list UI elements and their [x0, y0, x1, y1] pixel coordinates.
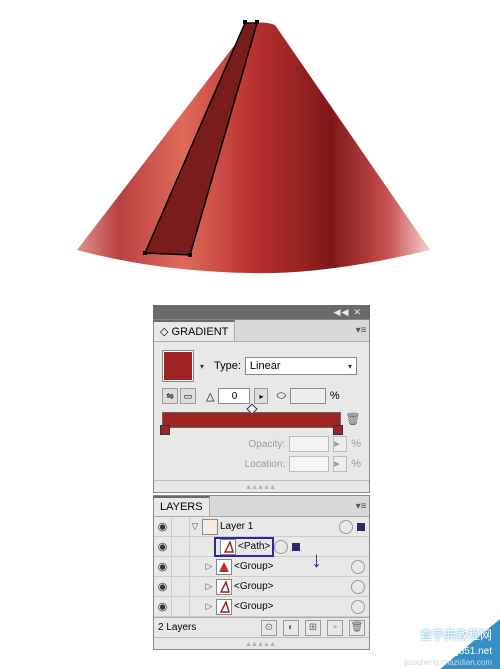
opacity-input[interactable]: [289, 436, 329, 452]
lock-column[interactable]: [172, 517, 190, 537]
selection-indicator: [357, 523, 365, 531]
new-sublayer-icon[interactable]: ⊞: [305, 620, 321, 636]
swatch-dropdown-arrow[interactable]: ▾: [200, 362, 204, 371]
make-clipping-mask-icon[interactable]: ◐: [283, 620, 299, 636]
panel-menu-icon[interactable]: ▾≡: [353, 496, 369, 516]
group-name[interactable]: <Group>: [234, 601, 351, 612]
angle-stepper[interactable]: ▸: [254, 388, 268, 404]
gradient-ramp[interactable]: [162, 412, 341, 428]
gradient-stop-left[interactable]: [160, 425, 170, 435]
locate-object-icon[interactable]: ⊙: [261, 620, 277, 636]
cone-illustration: [75, 15, 435, 275]
disclosure-triangle[interactable]: ▷: [204, 581, 214, 592]
watermark-url2: jiaocheng.chazidian.com: [404, 658, 492, 667]
visibility-icon[interactable]: ◉: [154, 597, 172, 617]
target-icon[interactable]: [351, 580, 365, 594]
opacity-label: Opacity:: [249, 439, 286, 450]
gradient-stop-right[interactable]: [333, 425, 343, 435]
layer-row[interactable]: ◉ ▽ Layer 1: [154, 517, 369, 537]
canvas-artwork: [0, 0, 500, 300]
location-input[interactable]: [289, 456, 329, 472]
target-icon[interactable]: [351, 600, 365, 614]
group-thumbnail: [216, 599, 232, 615]
angle-icon: △: [206, 390, 214, 403]
group-name[interactable]: <Group>: [234, 561, 351, 572]
chevron-down-icon: ▾: [348, 362, 352, 371]
visibility-icon[interactable]: ◉: [154, 517, 172, 537]
percent-label: %: [330, 390, 340, 402]
opacity-percent: %: [351, 438, 361, 450]
group-thumbnail: [216, 579, 232, 595]
disclosure-triangle[interactable]: ▷: [204, 601, 214, 612]
disclosure-triangle[interactable]: ▽: [190, 521, 200, 532]
gradient-midpoint[interactable]: [246, 403, 257, 414]
layer-name[interactable]: Layer 1: [220, 521, 339, 532]
group-name[interactable]: <Group>: [234, 581, 351, 592]
group-thumbnail: [216, 559, 232, 575]
aspect-icon: ⬭: [276, 390, 285, 403]
location-percent: %: [351, 458, 361, 470]
angle-input[interactable]: [218, 388, 250, 404]
sublayer-row-group[interactable]: ◉ ▷ <Group>: [154, 557, 369, 577]
gradient-tab[interactable]: ◇ GRADIENT: [154, 320, 235, 341]
close-icon[interactable]: ✕: [353, 307, 362, 318]
lock-column[interactable]: [172, 557, 190, 577]
watermark-text: 查字典教程网: [420, 626, 492, 643]
sublayer-row-group[interactable]: ◉ ▷ <Group>: [154, 577, 369, 597]
delete-layer-icon[interactable]: 🗑: [349, 620, 365, 636]
watermark-url: jb51.net: [456, 646, 492, 657]
type-label: Type:: [214, 360, 241, 372]
target-icon[interactable]: [339, 520, 353, 534]
gradient-fill-swatch[interactable]: [162, 350, 194, 382]
location-label: Location:: [245, 459, 286, 470]
gradient-panel: ◇ GRADIENT ▾≡ ▾ Type: Linear ▾ ⇋ ▭ △: [153, 319, 370, 493]
panel-menu-icon[interactable]: ▾≡: [353, 320, 369, 341]
sublayer-row-group[interactable]: ◉ ▷ <Group>: [154, 597, 369, 617]
reverse-gradient-icon[interactable]: ⇋: [162, 388, 178, 404]
selected-path-highlight: <Path>: [214, 537, 274, 557]
collapse-icon[interactable]: ◀◀: [334, 307, 350, 318]
selection-indicator: [292, 543, 300, 551]
panel-titlebar[interactable]: ◀◀ ✕: [153, 305, 370, 319]
visibility-icon[interactable]: ◉: [154, 537, 172, 557]
panel-resize-grip[interactable]: ▴▴▴▴▴: [154, 480, 369, 492]
sublayer-row-path[interactable]: ◉ <Path>: [154, 537, 369, 557]
gradient-tool-icon[interactable]: ▭: [180, 388, 196, 404]
type-dropdown[interactable]: Linear ▾: [245, 357, 357, 375]
lock-column[interactable]: [172, 537, 190, 557]
target-icon[interactable]: [274, 540, 288, 554]
layers-tab[interactable]: LAYERS: [154, 496, 210, 516]
target-icon[interactable]: [351, 560, 365, 574]
layers-count: 2 Layers: [158, 622, 196, 633]
path-name[interactable]: <Path>: [238, 541, 270, 552]
aspect-input[interactable]: [290, 388, 326, 404]
location-stepper[interactable]: ▸: [333, 456, 347, 472]
layers-panel: LAYERS ▾≡ ◉ ▽ Layer 1 ◉: [153, 495, 370, 650]
visibility-icon[interactable]: ◉: [154, 577, 172, 597]
lock-column[interactable]: [172, 577, 190, 597]
disclosure-triangle[interactable]: ▷: [204, 561, 214, 572]
path-thumbnail: [220, 539, 236, 555]
new-layer-icon[interactable]: ▫: [327, 620, 343, 636]
trash-icon[interactable]: 🗑: [345, 412, 361, 428]
visibility-icon[interactable]: ◉: [154, 557, 172, 577]
lock-column[interactable]: [172, 597, 190, 617]
opacity-stepper[interactable]: ▸: [333, 436, 347, 452]
layer-thumbnail: [202, 519, 218, 535]
annotation-arrow-icon: ↓: [311, 547, 322, 573]
panel-resize-grip[interactable]: ▴▴▴▴▴: [154, 637, 369, 649]
